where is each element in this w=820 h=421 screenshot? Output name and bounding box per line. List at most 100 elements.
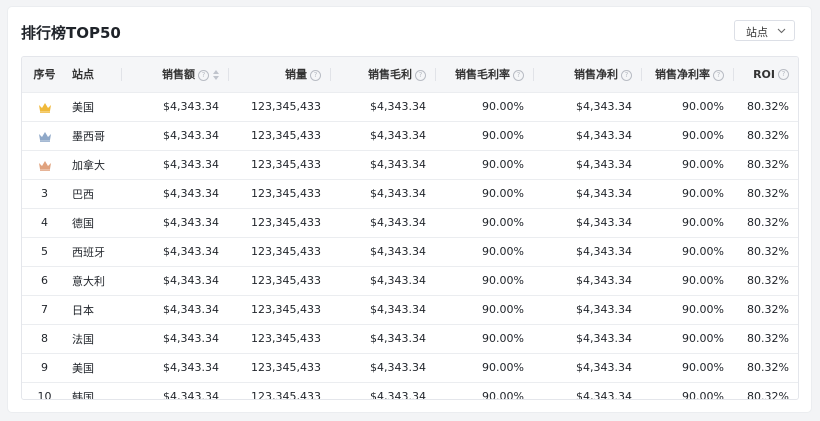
table-row[interactable]: 加拿大 $4,343.34 123,345,433 $4,343.34 90.00% $4…: [22, 150, 798, 179]
ranking-table[interactable]: 序号 站点 销售额? 销量? 销售毛利? 销售毛利率? 销售净利? 销售净利率? ROI? 美国…: [21, 56, 799, 400]
gross_rate-cell: 90.00%: [482, 100, 524, 113]
rank-number: 7: [41, 303, 48, 316]
gross-cell: $4,343.34: [370, 361, 426, 374]
sales-cell: $4,343.34: [163, 245, 219, 258]
net-cell: $4,343.34: [576, 245, 632, 258]
gold-crown-icon: [38, 102, 51, 113]
column-header-idx: 序号: [22, 57, 67, 92]
net_rate-cell: 90.00%: [682, 245, 724, 258]
net_rate-cell: 90.00%: [682, 187, 724, 200]
gross_rate-cell: 90.00%: [482, 158, 524, 171]
sales-cell: $4,343.34: [163, 274, 219, 287]
gross-cell: $4,343.34: [370, 332, 426, 345]
net_rate-cell: 90.00%: [682, 129, 724, 142]
site-cell: 巴西: [72, 187, 94, 201]
table-row[interactable]: 9 美国 $4,343.34 123,345,433 $4,343.34 90.00% $4…: [22, 353, 798, 382]
roi-cell: 80.32%: [747, 332, 789, 345]
gross_rate-cell: 90.00%: [482, 332, 524, 345]
gross_rate-cell: 90.00%: [482, 129, 524, 142]
column-header-roi: ROI?: [733, 57, 798, 92]
help-icon[interactable]: ?: [778, 69, 789, 81]
card-title: 排行榜TOP50: [21, 24, 121, 42]
roi-cell: 80.32%: [747, 129, 789, 142]
rank-cell: 4: [22, 208, 67, 237]
rank-number: 10: [37, 390, 52, 400]
column-header-label: ROI: [753, 67, 775, 81]
sales-cell: $4,343.34: [163, 390, 219, 400]
gross_rate-cell: 90.00%: [482, 274, 524, 287]
table-row[interactable]: 4 德国 $4,343.34 123,345,433 $4,343.34 90.00% $4…: [22, 208, 798, 237]
site-filter-label: 站点: [746, 26, 768, 39]
table-row[interactable]: 5 西班牙 $4,343.34 123,345,433 $4,343.34 90.00% $…: [22, 237, 798, 266]
column-divider: [228, 68, 229, 81]
help-icon[interactable]: ?: [513, 69, 524, 81]
gross_rate-cell: 90.00%: [482, 187, 524, 200]
qty-cell: 123,345,433: [251, 100, 321, 113]
column-header-label: 销售毛利: [368, 68, 412, 82]
site-cell: 意大利: [72, 274, 105, 288]
roi-cell: 80.32%: [747, 274, 789, 287]
rank-number: 9: [41, 361, 48, 374]
column-header-label: 销售额: [162, 68, 195, 82]
net-cell: $4,343.34: [576, 303, 632, 316]
rank-cell: [22, 150, 67, 179]
net-cell: $4,343.34: [576, 274, 632, 287]
table-row[interactable]: 7 日本 $4,343.34 123,345,433 $4,343.34 90.00% $4…: [22, 295, 798, 324]
rank-cell: [22, 121, 67, 150]
help-icon[interactable]: ?: [621, 69, 632, 81]
chevron-down-icon: [777, 28, 786, 34]
table-row[interactable]: 3 巴西 $4,343.34 123,345,433 $4,343.34 90.00% $4…: [22, 179, 798, 208]
net-cell: $4,343.34: [576, 100, 632, 113]
silver-crown-icon: [38, 131, 51, 142]
qty-cell: 123,345,433: [251, 332, 321, 345]
gross_rate-cell: 90.00%: [482, 361, 524, 374]
help-icon[interactable]: ?: [198, 69, 209, 81]
gross-cell: $4,343.34: [370, 274, 426, 287]
sales-cell: $4,343.34: [163, 100, 219, 113]
gross-cell: $4,343.34: [370, 187, 426, 200]
column-header-gross_rate: 销售毛利率?: [435, 57, 533, 92]
help-icon[interactable]: ?: [310, 69, 321, 81]
column-header-label: 站点: [72, 68, 94, 82]
column-divider: [435, 68, 436, 81]
roi-cell: 80.32%: [747, 158, 789, 171]
rank-number: 4: [41, 216, 48, 229]
qty-cell: 123,345,433: [251, 361, 321, 374]
net_rate-cell: 90.00%: [682, 100, 724, 113]
net_rate-cell: 90.00%: [682, 158, 724, 171]
qty-cell: 123,345,433: [251, 245, 321, 258]
net-cell: $4,343.34: [576, 129, 632, 142]
column-divider: [121, 68, 122, 81]
table-row[interactable]: 墨西哥 $4,343.34 123,345,433 $4,343.34 90.00% $4…: [22, 121, 798, 150]
column-header-net: 销售净利?: [533, 57, 641, 92]
rank-cell: [22, 92, 67, 121]
sales-cell: $4,343.34: [163, 158, 219, 171]
column-header-site: 站点: [67, 57, 121, 92]
table-row[interactable]: 8 法国 $4,343.34 123,345,433 $4,343.34 90.00% $4…: [22, 324, 798, 353]
site-cell: 法国: [72, 332, 94, 346]
gross_rate-cell: 90.00%: [482, 216, 524, 229]
table-row[interactable]: 6 意大利 $4,343.34 123,345,433 $4,343.34 90.00% $…: [22, 266, 798, 295]
table-row[interactable]: 美国 $4,343.34 123,345,433 $4,343.34 90.00% $4,…: [22, 92, 798, 121]
net-cell: $4,343.34: [576, 361, 632, 374]
net_rate-cell: 90.00%: [682, 303, 724, 316]
table-body: 美国 $4,343.34 123,345,433 $4,343.34 90.00% $4,…: [22, 92, 798, 400]
sales-cell: $4,343.34: [163, 187, 219, 200]
roi-cell: 80.32%: [747, 245, 789, 258]
help-icon[interactable]: ?: [713, 69, 724, 81]
sort-icon[interactable]: [213, 70, 219, 81]
column-header-net_rate: 销售净利率?: [641, 57, 733, 92]
sales-cell: $4,343.34: [163, 216, 219, 229]
net-cell: $4,343.34: [576, 332, 632, 345]
site-filter-dropdown[interactable]: 站点: [734, 20, 795, 41]
qty-cell: 123,345,433: [251, 158, 321, 171]
rank-cell: 8: [22, 324, 67, 353]
column-header-sales[interactable]: 销售额?: [121, 57, 228, 92]
gross_rate-cell: 90.00%: [482, 245, 524, 258]
column-divider: [733, 68, 734, 81]
table-row[interactable]: 10 韩国 $4,343.34 123,345,433 $4,343.34 90.00% $…: [22, 382, 798, 400]
help-icon[interactable]: ?: [415, 69, 426, 81]
rank-number: 6: [41, 274, 48, 287]
rank-cell: 3: [22, 179, 67, 208]
column-header-label: 销售净利: [574, 68, 618, 82]
